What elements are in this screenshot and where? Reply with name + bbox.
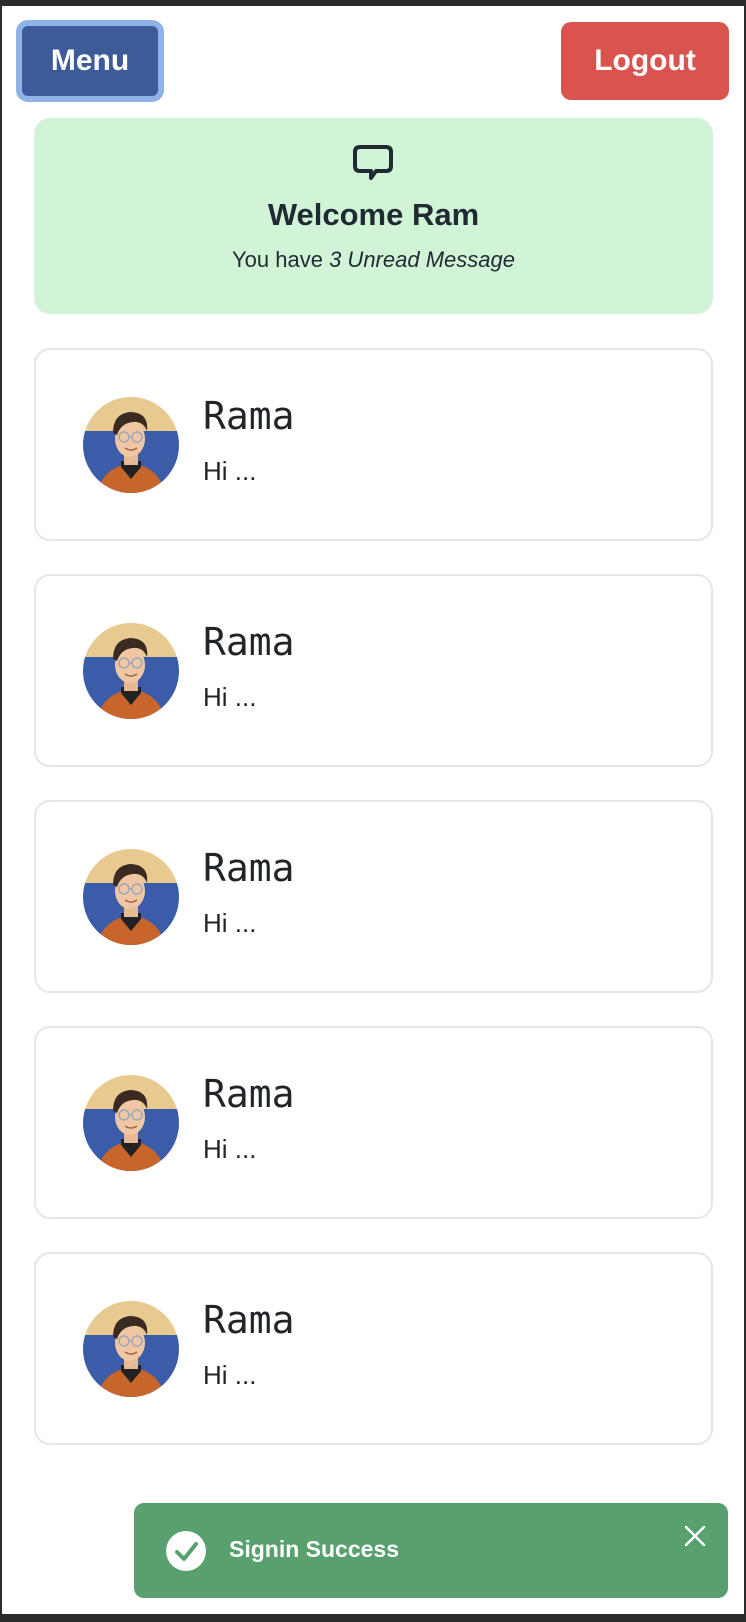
signin-toast: Signin Success xyxy=(134,1503,728,1598)
welcome-title: Welcome Ram xyxy=(267,197,480,232)
message-card[interactable]: Rama Hi ... xyxy=(34,800,713,993)
unread-summary: You have 3 Unread Message xyxy=(34,247,713,273)
welcome-banner: Welcome Ram You have 3 Unread Message xyxy=(34,118,713,314)
avatar xyxy=(83,849,179,945)
close-icon[interactable] xyxy=(682,1523,708,1549)
menu-button[interactable]: Menu xyxy=(16,20,164,102)
sender-name: Rama xyxy=(203,1072,295,1116)
message-card[interactable]: Rama Hi ... xyxy=(34,348,713,541)
sender-name: Rama xyxy=(203,846,295,890)
unread-prefix: You have xyxy=(232,247,330,272)
avatar xyxy=(83,1301,179,1397)
chat-bubble-icon xyxy=(353,145,393,180)
avatar xyxy=(83,623,179,719)
check-circle-icon xyxy=(166,1531,206,1571)
message-preview: Hi ... xyxy=(203,456,257,486)
avatar xyxy=(83,1075,179,1171)
sender-name: Rama xyxy=(203,620,295,664)
message-preview: Hi ... xyxy=(203,682,257,712)
message-preview: Hi ... xyxy=(203,1134,257,1164)
message-preview: Hi ... xyxy=(203,1360,257,1390)
message-card[interactable]: Rama Hi ... xyxy=(34,1026,713,1219)
toast-message: Signin Success xyxy=(229,1536,400,1562)
sender-name: Rama xyxy=(203,394,295,438)
unread-count-text: 3 Unread Message xyxy=(329,247,515,272)
message-card[interactable]: Rama Hi ... xyxy=(34,1252,713,1445)
message-card[interactable]: Rama Hi ... xyxy=(34,574,713,767)
logout-button[interactable]: Logout xyxy=(561,22,729,100)
avatar xyxy=(83,397,179,493)
message-preview: Hi ... xyxy=(203,908,257,938)
sender-name: Rama xyxy=(203,1298,295,1342)
